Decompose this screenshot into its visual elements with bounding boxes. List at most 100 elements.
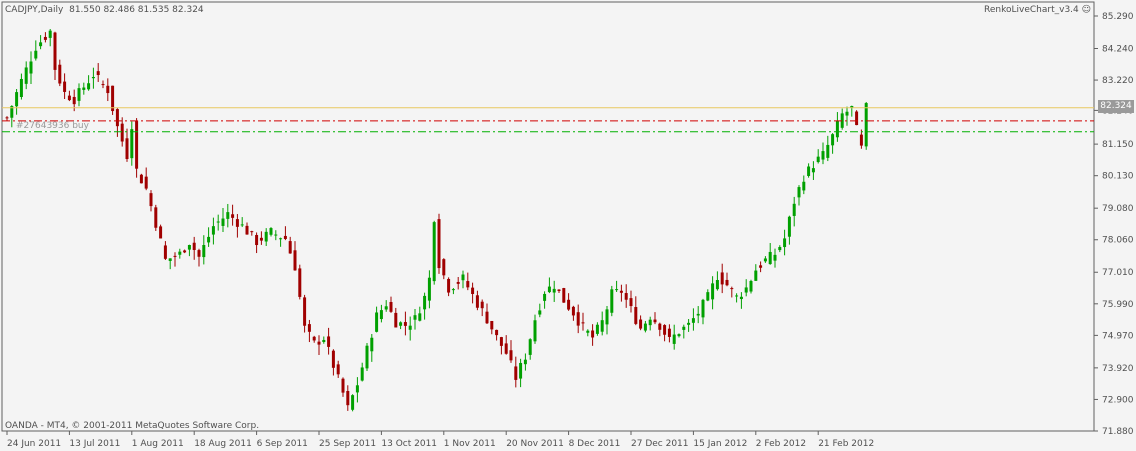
candle-body bbox=[375, 312, 379, 332]
candle-body bbox=[427, 277, 431, 301]
candle-body bbox=[466, 281, 470, 288]
candle-body bbox=[509, 350, 513, 361]
candle-body bbox=[735, 295, 739, 297]
candle-body bbox=[653, 319, 657, 323]
candle-body bbox=[91, 76, 95, 79]
y-tick-label: 81.150 bbox=[1102, 140, 1134, 150]
candle-body bbox=[480, 301, 484, 309]
candle-body bbox=[240, 224, 244, 226]
candle-body bbox=[96, 71, 100, 76]
candle-body bbox=[519, 362, 523, 379]
candle-body bbox=[600, 320, 604, 332]
candle-body bbox=[317, 341, 321, 345]
candle-body bbox=[687, 322, 691, 325]
candle-body bbox=[816, 156, 820, 163]
candle-body bbox=[269, 228, 273, 235]
candle-body bbox=[360, 367, 364, 381]
y-tick-label: 72.900 bbox=[1102, 395, 1134, 405]
y-tick-label: 83.220 bbox=[1102, 76, 1134, 86]
candle-body bbox=[696, 313, 700, 316]
candle-body bbox=[34, 50, 38, 59]
candle-body bbox=[807, 166, 811, 176]
candle-body bbox=[178, 251, 182, 255]
candle-body bbox=[144, 176, 148, 189]
candle-body bbox=[831, 134, 835, 146]
candle-body bbox=[389, 302, 393, 312]
candle-body bbox=[571, 306, 575, 316]
candle-body bbox=[250, 231, 254, 233]
candle-body bbox=[763, 258, 767, 262]
candle-body bbox=[399, 322, 403, 326]
x-tick-label: 2 Feb 2012 bbox=[756, 439, 806, 449]
candle-body bbox=[29, 61, 33, 74]
copyright-text: OANDA - MT4, © 2001-2011 MetaQuotes Soft… bbox=[5, 421, 260, 431]
x-tick-label: 20 Nov 2011 bbox=[506, 439, 564, 449]
candle-body bbox=[538, 310, 542, 315]
candle-body bbox=[864, 103, 868, 147]
candle-body bbox=[370, 337, 374, 352]
candle-body bbox=[130, 129, 134, 159]
candle-body bbox=[471, 287, 475, 294]
candle-body bbox=[802, 181, 806, 191]
candle-body bbox=[845, 111, 849, 116]
candle-body bbox=[293, 250, 297, 271]
candle-body bbox=[787, 216, 791, 237]
candle-body bbox=[547, 286, 551, 293]
candle-body bbox=[490, 320, 494, 330]
candle-body bbox=[168, 258, 172, 261]
candle-body bbox=[567, 299, 571, 310]
candle-body bbox=[303, 297, 307, 326]
candle-body bbox=[811, 168, 815, 173]
x-tick-label: 18 Aug 2011 bbox=[194, 439, 252, 449]
x-tick-label: 1 Aug 2011 bbox=[132, 439, 184, 449]
candle-body bbox=[365, 345, 369, 369]
y-tick-label: 71.880 bbox=[1102, 427, 1134, 437]
candle-body bbox=[643, 323, 647, 331]
candle-body bbox=[485, 311, 489, 324]
candle-body bbox=[663, 325, 667, 335]
candle-body bbox=[346, 390, 350, 406]
candle-body bbox=[615, 289, 619, 291]
candle-body bbox=[754, 270, 758, 281]
candle-body bbox=[149, 193, 153, 207]
candle-body bbox=[682, 326, 686, 330]
candle-body bbox=[423, 295, 427, 310]
candle-body bbox=[759, 265, 763, 268]
candle-body bbox=[720, 272, 724, 285]
candle-body bbox=[120, 123, 124, 142]
candle-body bbox=[24, 67, 28, 84]
candle-body bbox=[576, 312, 580, 326]
candle-body bbox=[202, 245, 206, 258]
y-tick-label: 74.970 bbox=[1102, 331, 1134, 341]
candle-body bbox=[437, 219, 441, 269]
candle-body bbox=[691, 318, 695, 323]
price-chart[interactable]: 85.29084.24083.22082.24081.15080.13079.0… bbox=[0, 0, 1136, 451]
plot-frame bbox=[1, 1, 1095, 432]
candle-body bbox=[744, 287, 748, 293]
candle-body bbox=[216, 221, 220, 223]
candle-body bbox=[154, 207, 158, 228]
candle-body bbox=[658, 323, 662, 330]
candle-body bbox=[255, 234, 259, 246]
candle-body bbox=[432, 222, 436, 282]
x-tick-label: 15 Jan 2012 bbox=[693, 439, 747, 449]
candle-body bbox=[288, 241, 292, 254]
candle-body bbox=[274, 234, 278, 236]
candle-body bbox=[648, 319, 652, 326]
candle-body bbox=[447, 278, 451, 293]
candle-body bbox=[451, 289, 455, 291]
candle-body bbox=[557, 289, 561, 291]
candle-body bbox=[403, 322, 407, 326]
x-tick-label: 24 Jun 2011 bbox=[7, 439, 61, 449]
candle-body bbox=[835, 120, 839, 138]
candle-body bbox=[768, 251, 772, 265]
x-tick-label: 13 Jul 2011 bbox=[69, 439, 120, 449]
y-tick-label: 75.990 bbox=[1102, 300, 1134, 310]
y-tick-label: 77.010 bbox=[1102, 268, 1134, 278]
candle-body bbox=[183, 250, 187, 253]
candle-body bbox=[111, 85, 115, 112]
candle-body bbox=[87, 83, 91, 90]
candle-body bbox=[595, 324, 599, 334]
candle-body bbox=[231, 214, 235, 218]
candle-body bbox=[543, 293, 547, 301]
